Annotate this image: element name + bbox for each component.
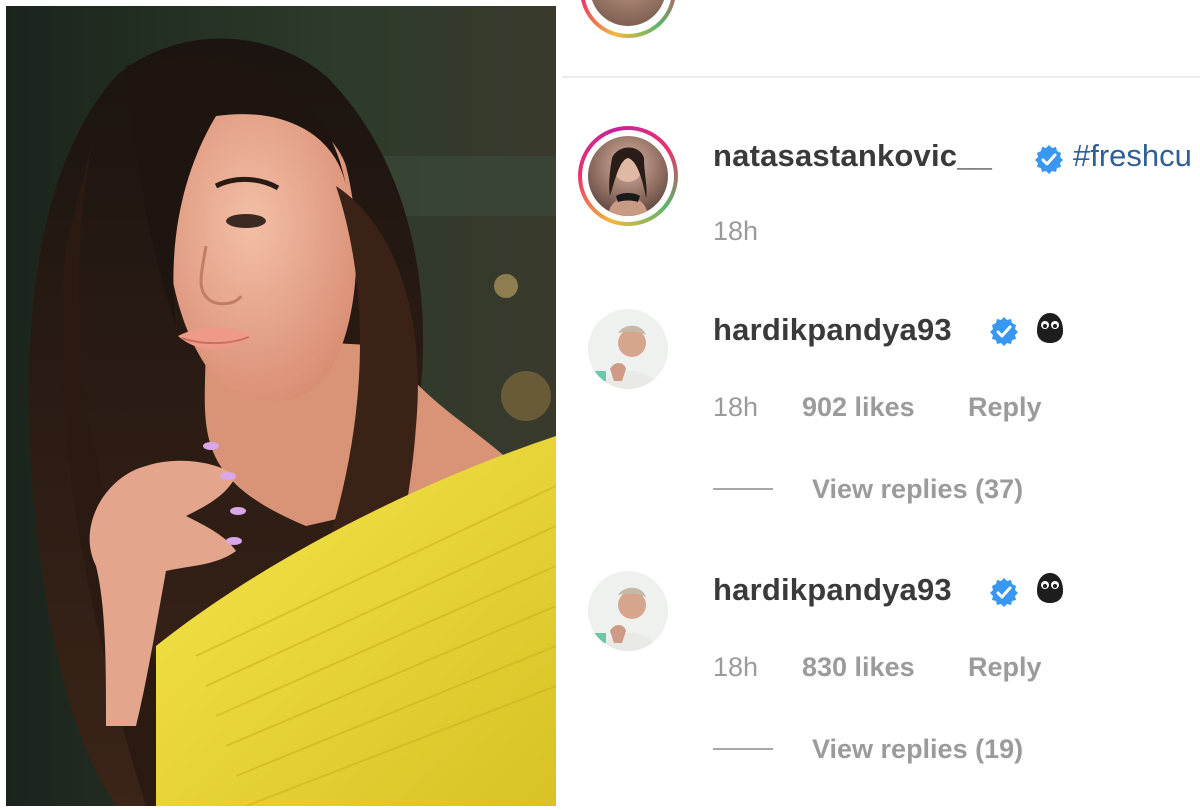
verified-badge-icon (990, 578, 1018, 607)
replies-dash (713, 488, 773, 490)
reply-button[interactable]: Reply (968, 652, 1042, 683)
post-photo[interactable] (6, 6, 556, 806)
post-caption-hashtag[interactable]: #freshcu (1073, 138, 1192, 174)
story-ring[interactable] (578, 126, 678, 226)
comment-time: 18h (713, 392, 759, 422)
divider (562, 76, 1200, 78)
verified-badge-icon (990, 317, 1018, 346)
verified-badge-icon (1035, 145, 1063, 174)
post-author-username[interactable]: natasastankovic__ (713, 138, 992, 174)
reply-button[interactable]: Reply (968, 392, 1042, 423)
dark-face-emoji-icon (1037, 313, 1063, 343)
dark-face-emoji-icon (1037, 573, 1063, 603)
commenter-avatar[interactable] (588, 571, 668, 651)
replies-dash (713, 748, 773, 750)
view-replies-button[interactable]: View replies (19) (812, 734, 1023, 765)
portrait-illustration (6, 6, 556, 806)
comment-username[interactable]: hardikpandya93 (713, 312, 952, 348)
story-ring-top[interactable] (580, 0, 676, 38)
commenter-avatar[interactable] (588, 309, 668, 389)
post-time: 18h (713, 216, 759, 246)
comment-likes[interactable]: 902 likes (802, 392, 915, 423)
view-replies-button[interactable]: View replies (37) (812, 474, 1023, 505)
comment-likes[interactable]: 830 likes (802, 652, 915, 683)
comment-time: 18h (713, 652, 759, 682)
author-avatar (588, 136, 668, 216)
comments-panel[interactable]: natasastankovic__ #freshcu 18h hardikpan… (562, 0, 1200, 810)
comment-username[interactable]: hardikpandya93 (713, 572, 952, 608)
